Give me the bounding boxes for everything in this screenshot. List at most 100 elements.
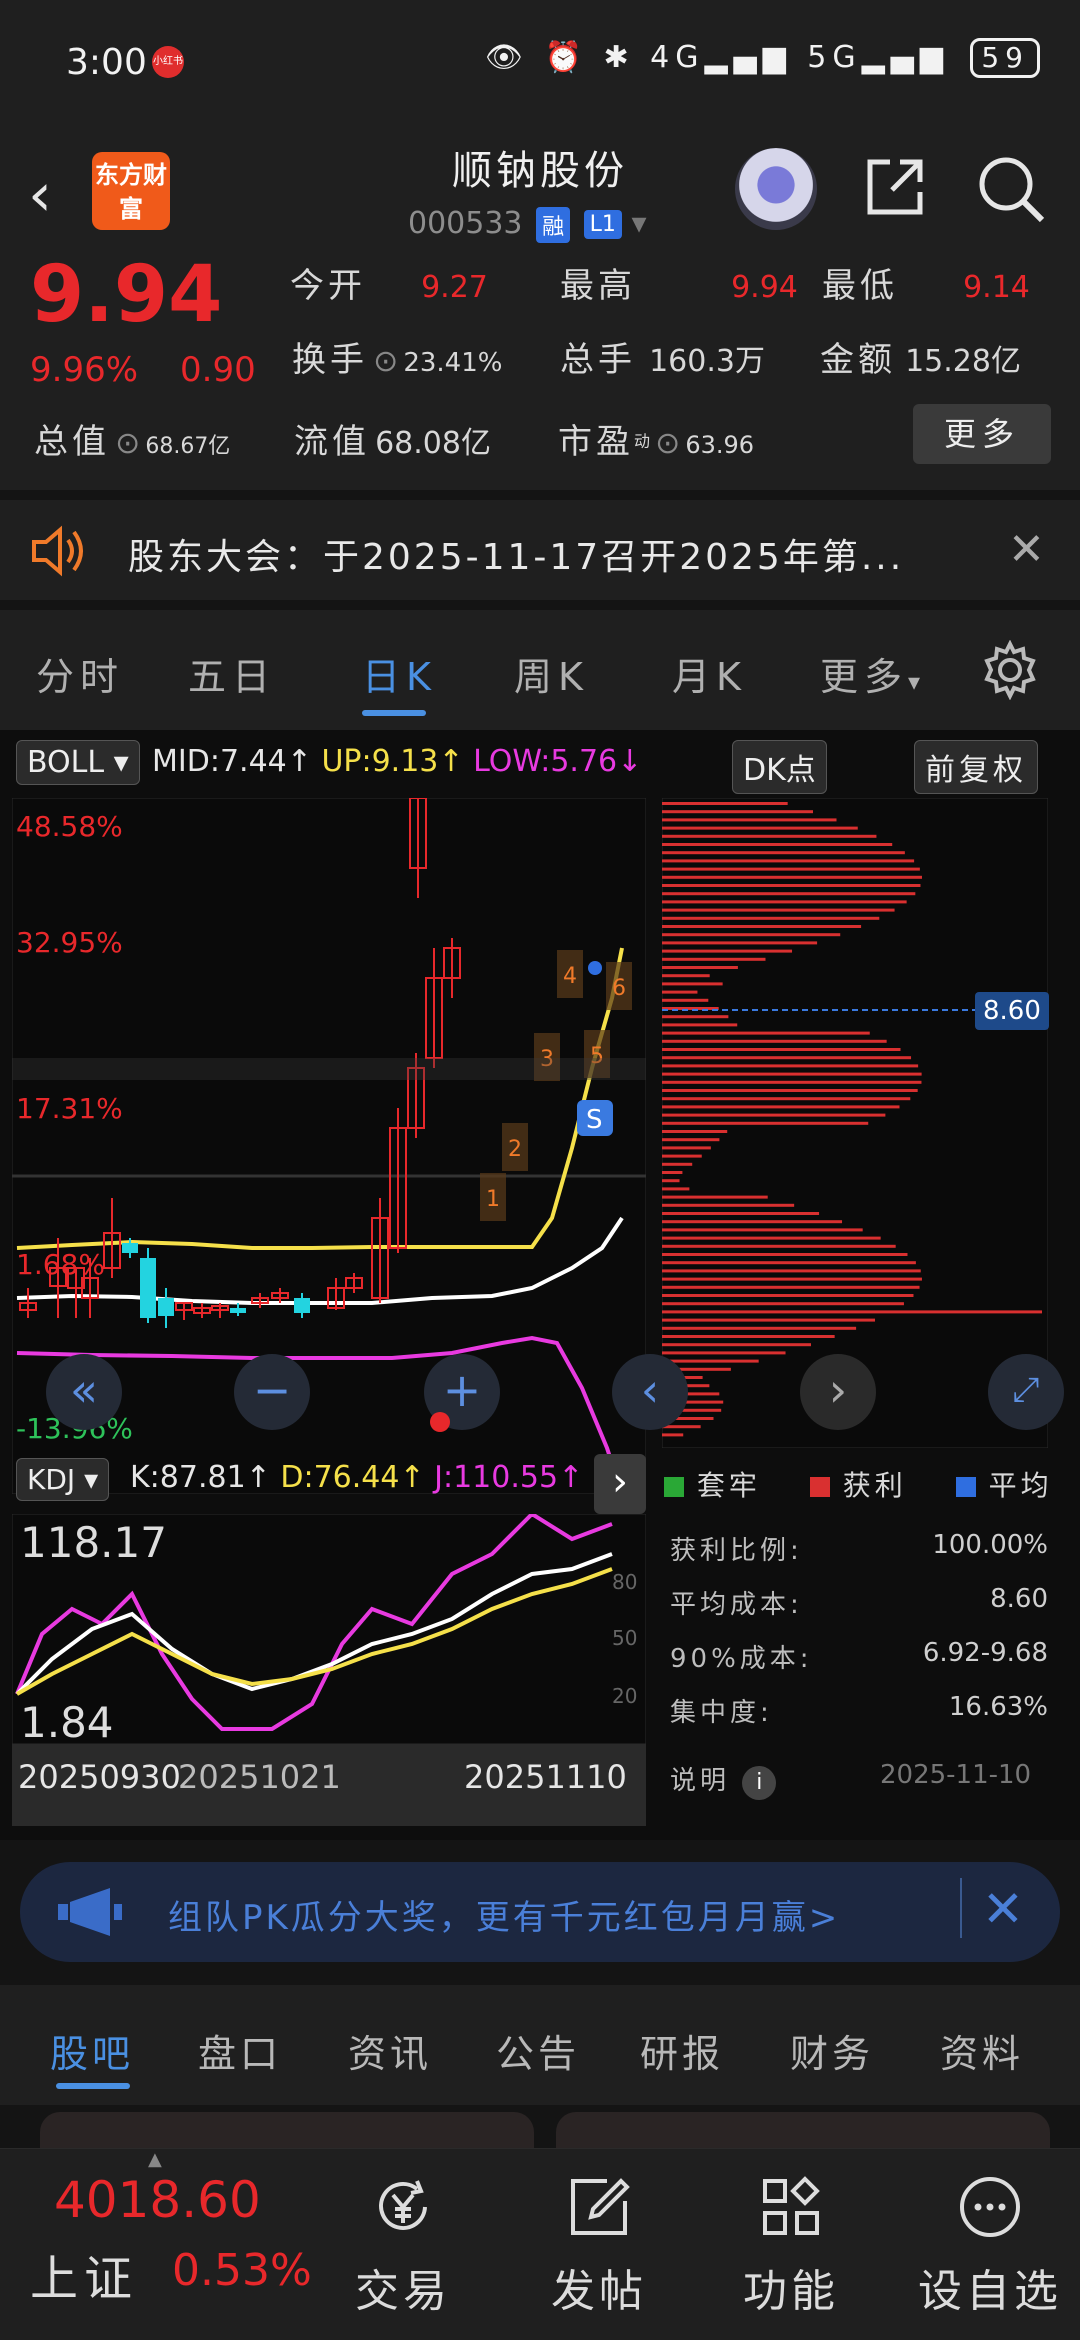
chip-legend: 套牢 获利 平均 [664, 1464, 1053, 1504]
tab-daily-k[interactable]: 日K [362, 646, 437, 701]
boll-selector[interactable]: BOLL ▾ [16, 740, 140, 785]
legend-profit: 获利 [842, 1469, 907, 1502]
notice-text: 股东大会：于2025-11-17召开2025年第... [128, 537, 905, 578]
kdj-k: K:87.81 [130, 1460, 246, 1495]
chip-bar [662, 1318, 876, 1322]
chip-bar [662, 1302, 904, 1306]
chip-bar [662, 1294, 914, 1297]
chip-bar [662, 843, 893, 846]
chip-bar [662, 1056, 912, 1060]
info-icon[interactable]: ⊙ [655, 426, 680, 461]
legend-average: 平均 [988, 1469, 1053, 1502]
chip-bar [662, 1359, 759, 1363]
gear-icon[interactable] [980, 640, 1040, 700]
more-quote-button[interactable]: 更多 [913, 404, 1051, 464]
nav-watchlist[interactable]: 设自选 [908, 2149, 1072, 2340]
margin-tag: 融 [536, 206, 571, 243]
amount-label: 金额 [820, 340, 896, 380]
signal-5g-icon: 5G [807, 40, 862, 75]
volume-label: 总手 [560, 340, 636, 380]
expand-icon[interactable]: ⤢ [988, 1354, 1064, 1430]
date-start: 20250930 [18, 1758, 181, 1796]
kdj-expand-icon[interactable]: › [594, 1454, 646, 1514]
close-icon[interactable]: ✕ [1008, 524, 1045, 575]
tab-guba[interactable]: 股吧 [50, 2023, 134, 2078]
assistant-avatar[interactable] [735, 148, 817, 230]
promo-banner[interactable]: 组队PK瓜分大奖，更有千元红包月月赢> ✕ [20, 1862, 1060, 1962]
avg-cost-value: 8.60 [990, 1584, 1048, 1614]
info-icon[interactable]: ⊙ [373, 344, 398, 379]
share-icon[interactable] [860, 152, 930, 222]
open-value: 9.27 [421, 270, 488, 305]
tab-announcements[interactable]: 公告 [496, 2023, 580, 2078]
tab-monthly-k[interactable]: 月K [672, 646, 747, 701]
stock-code-row[interactable]: 000533 融 L1 ▾ [408, 206, 647, 243]
info-icon[interactable]: i [742, 1766, 777, 1800]
chip-bar [662, 1212, 820, 1215]
battery-icon: 59 [970, 38, 1040, 78]
chip-bar [662, 1031, 870, 1035]
chip-bar [662, 1039, 887, 1043]
nav-functions[interactable]: 功能 [716, 2149, 866, 2340]
chip-bar [662, 892, 916, 896]
tab-more[interactable]: 更多▾ [820, 646, 926, 701]
zoom-out-icon[interactable]: − [234, 1354, 310, 1430]
candle-body [230, 1308, 246, 1313]
chip-bar [662, 949, 793, 953]
kdj-selector[interactable]: KDJ ▾ [16, 1458, 110, 1501]
chip-bar [662, 1007, 719, 1010]
candle-body [294, 1298, 310, 1313]
adjust-button[interactable]: 前复权 [914, 740, 1038, 794]
tab-profile[interactable]: 资料 [940, 2023, 1024, 2078]
float-label: 流值 [294, 422, 370, 462]
chip-bar [662, 1253, 908, 1256]
kdj-level-80: 80 [612, 1570, 638, 1594]
svg-text:1: 1 [486, 1187, 500, 1212]
chip-bar [662, 1154, 702, 1158]
chip-bar [662, 974, 710, 978]
close-icon[interactable]: ✕ [982, 1880, 1024, 1938]
notice-bar[interactable]: 股东大会：于2025-11-17召开2025年第... ✕ [0, 500, 1080, 600]
chip-bar [662, 966, 738, 969]
date-axis: 20250930 20251021 20251110 [12, 1744, 646, 1826]
tab-pankou[interactable]: 盘口 [198, 2023, 282, 2078]
bluetooth-icon: ✱ [603, 40, 635, 75]
index-ticker[interactable]: ▲ 4018.60 上证 0.53% [20, 2149, 320, 2340]
tab-intraday[interactable]: 分时 [36, 646, 124, 701]
chip-bar [662, 1187, 690, 1191]
status-bar: 3:00 小红书 👁 ⏰ ✱ 4G▂▄▆ 5G▂▄▆ 59 [0, 0, 1080, 120]
tab-finance[interactable]: 财务 [790, 2023, 874, 2078]
tab-news[interactable]: 资讯 [348, 2023, 432, 2078]
chip-bar [662, 802, 788, 805]
info-icon[interactable]: ⊙ [115, 426, 140, 461]
chevron-left-icon[interactable]: ‹ [612, 1354, 688, 1430]
tab-research[interactable]: 研报 [640, 2023, 724, 2078]
chip-bar [662, 990, 698, 994]
cost90-value: 6.92-9.68 [922, 1638, 1048, 1668]
tab-five-day[interactable]: 五日 [188, 646, 276, 701]
turnover-label: 换手 [292, 340, 368, 380]
chip-bar [662, 875, 922, 879]
open-label: 今开 [290, 266, 366, 306]
rewind-icon[interactable]: « [46, 1354, 122, 1430]
chip-bar [662, 1433, 684, 1437]
chip-bar [662, 1023, 738, 1027]
chip-bar [662, 1146, 711, 1150]
chip-distribution-panel[interactable] [662, 798, 1048, 1448]
chevron-right-icon[interactable]: › [800, 1354, 876, 1430]
nav-trade[interactable]: 交易 [328, 2149, 478, 2340]
kdj-level-20: 20 [612, 1684, 638, 1708]
chip-bar [662, 982, 723, 986]
svg-text:S: S [586, 1105, 603, 1135]
volume-value: 160.3万 [649, 344, 765, 379]
nav-post[interactable]: 发帖 [524, 2149, 674, 2340]
caret-up-icon: ▲ [148, 2149, 162, 2170]
explain-label[interactable]: 说明 i [670, 1760, 777, 1800]
tab-weekly-k[interactable]: 周K [514, 646, 589, 701]
search-icon[interactable] [976, 154, 1046, 224]
dk-point-button[interactable]: DK点 [732, 740, 827, 794]
kdj-bottom-value: 1.84 [20, 1698, 114, 1747]
kline-chart-area: BOLL ▾ MID:7.44↑ UP:9.13↑ LOW:5.76↓ DK点 … [0, 730, 1080, 1840]
chip-bar [662, 810, 814, 814]
chip-bar [662, 1162, 693, 1166]
